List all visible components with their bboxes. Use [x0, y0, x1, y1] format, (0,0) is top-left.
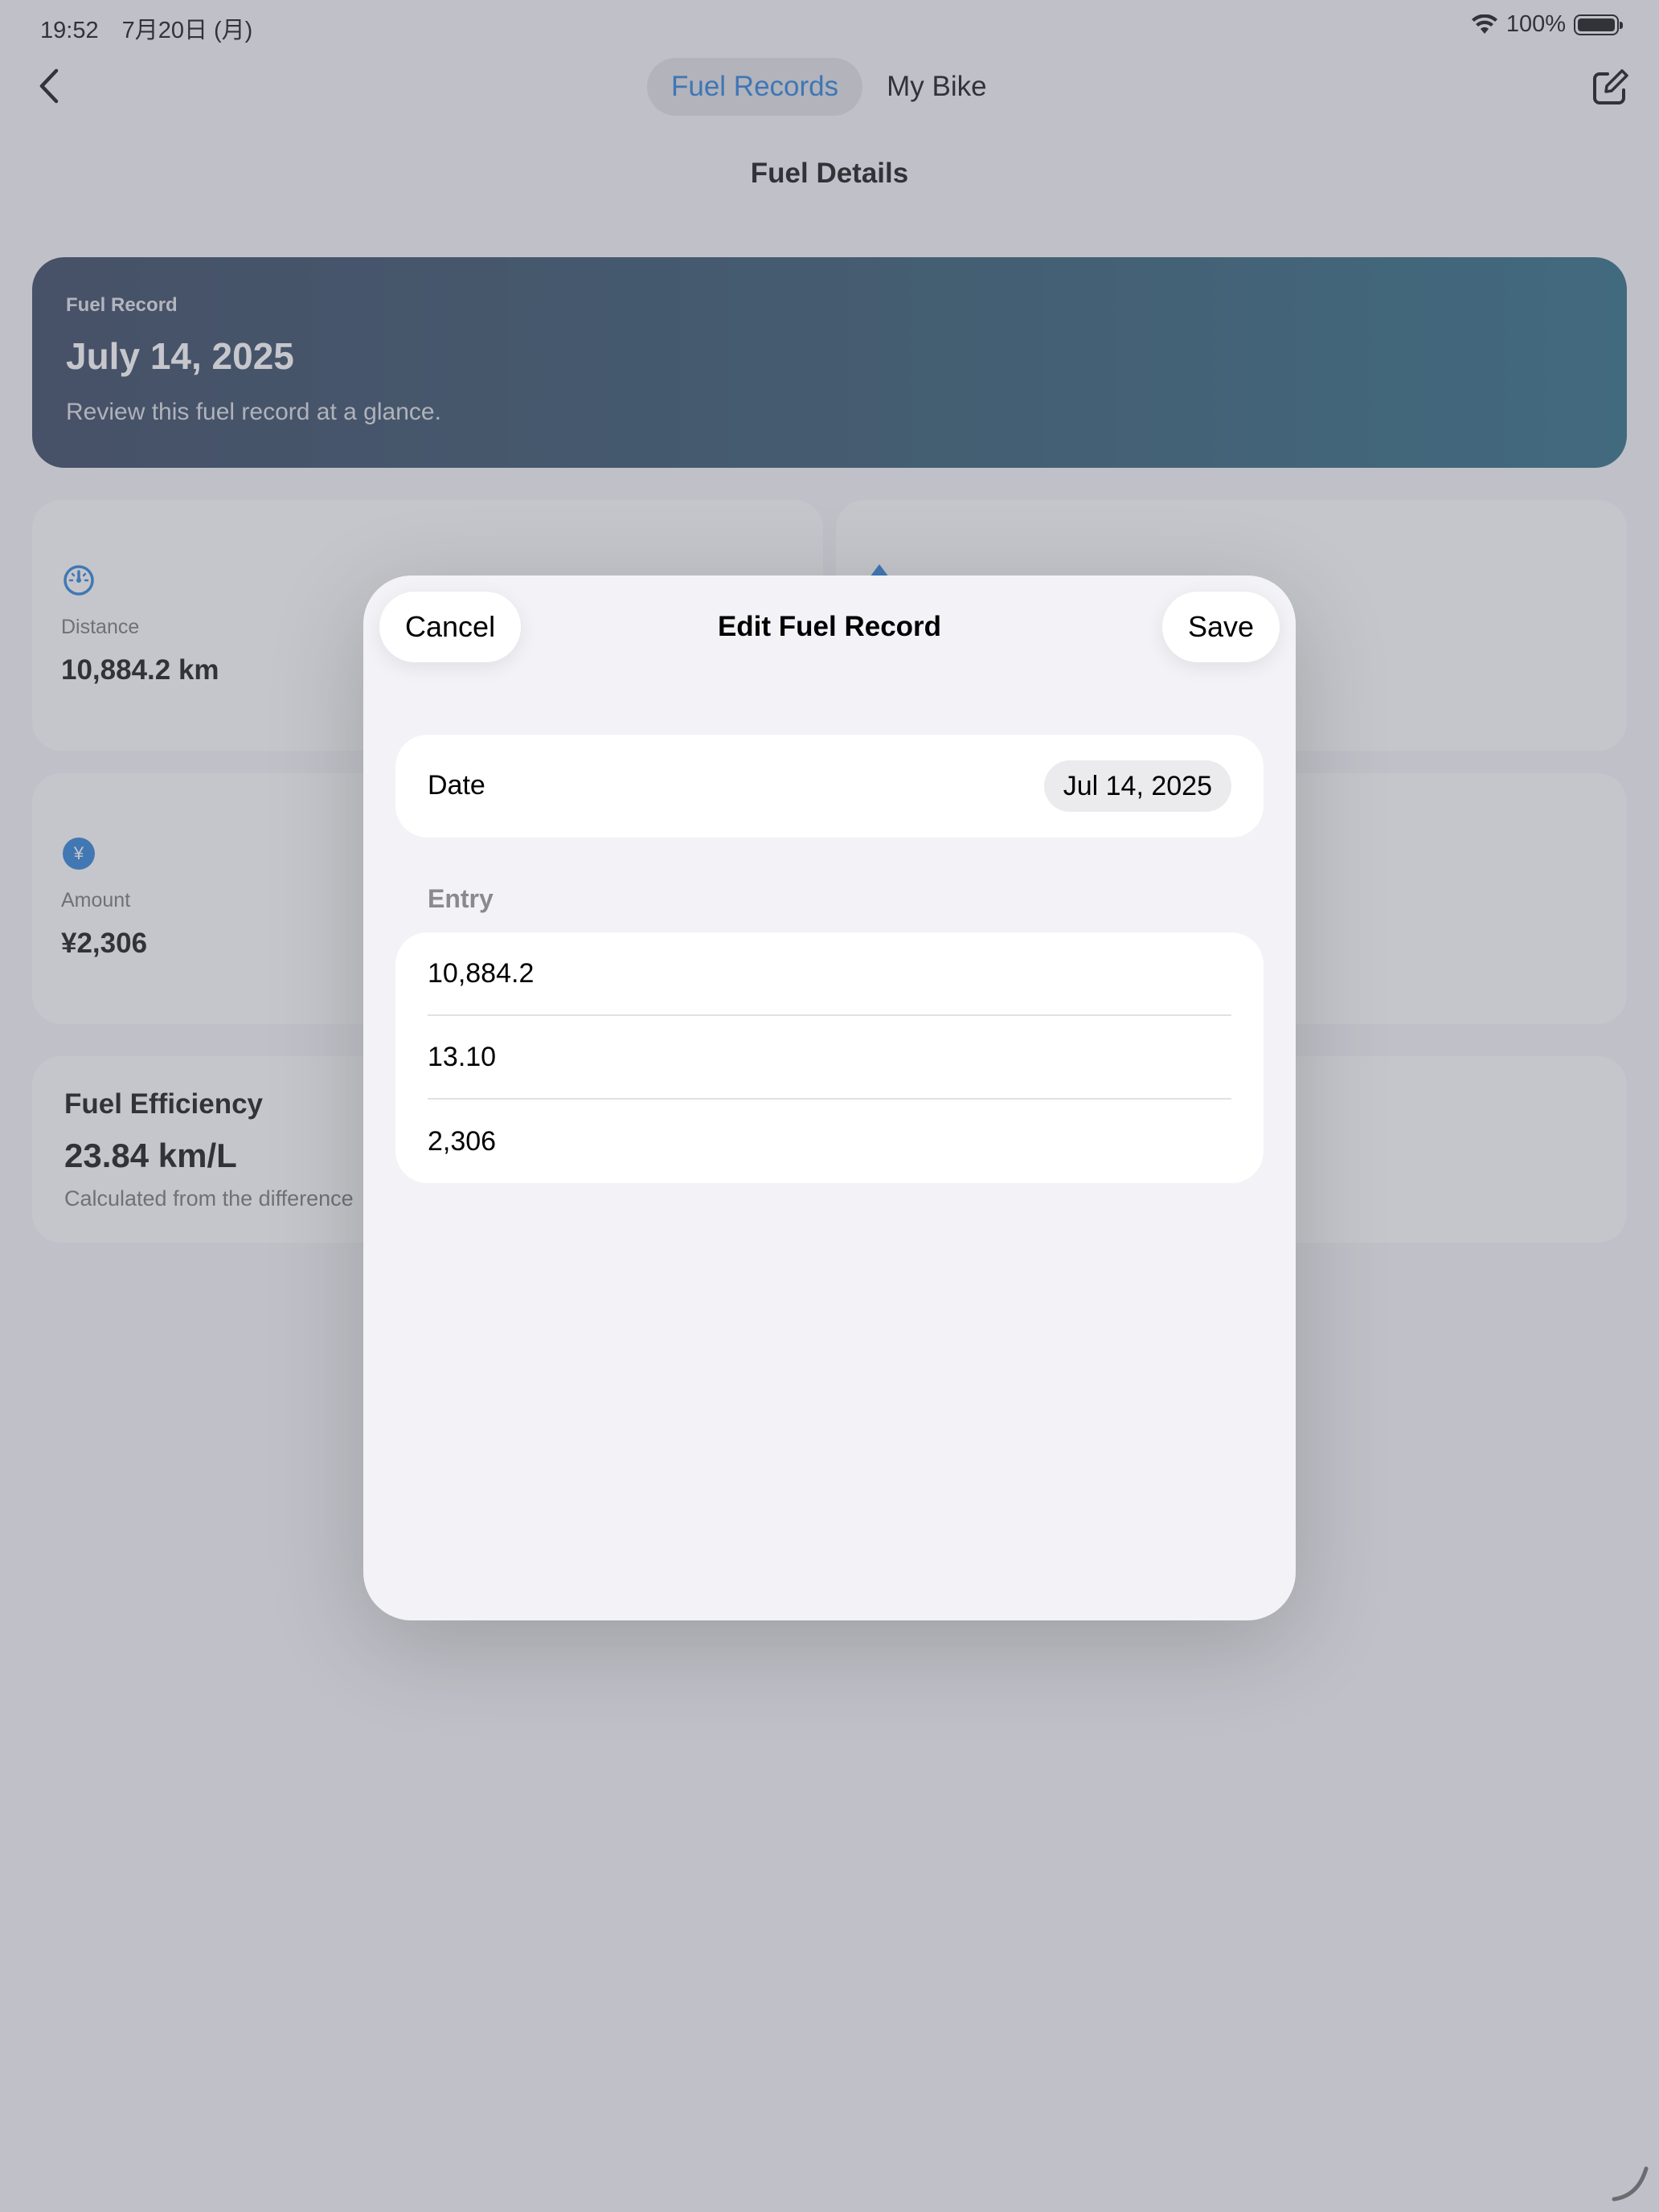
- save-button[interactable]: Save: [1161, 592, 1280, 662]
- sheet-title: Edit Fuel Record: [717, 611, 942, 642]
- fuel-volume-field[interactable]: 13.10: [428, 1016, 1231, 1100]
- date-picker[interactable]: Jul 14, 2025: [1043, 760, 1231, 812]
- app-screen: 19:52 7月20日 (月) 100% Fuel Records My Bik…: [0, 0, 1659, 2212]
- entry-fields: 10,884.2 13.10 2,306: [395, 932, 1264, 1183]
- date-row: Date Jul 14, 2025: [395, 735, 1264, 838]
- entry-section-header: Entry: [428, 884, 494, 913]
- resize-handle-icon[interactable]: [1609, 2162, 1651, 2204]
- odometer-field[interactable]: 10,884.2: [428, 932, 1231, 1016]
- amount-field[interactable]: 2,306: [428, 1100, 1231, 1183]
- date-label: Date: [428, 770, 485, 801]
- edit-fuel-record-sheet: Cancel Edit Fuel Record Save Date Jul 14…: [363, 576, 1296, 1620]
